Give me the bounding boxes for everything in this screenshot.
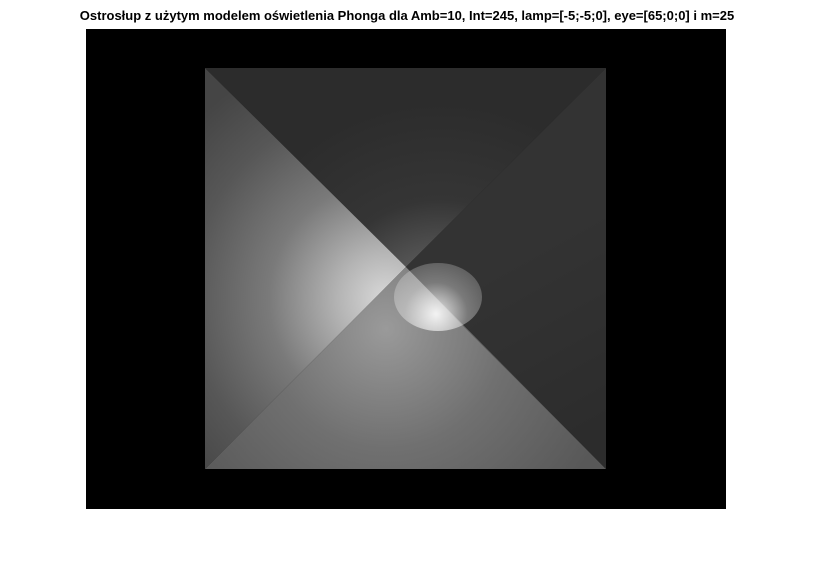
specular-highlight [394, 263, 482, 331]
image-axes [86, 29, 726, 509]
matlab-figure: Ostrosłup z użytym modelem oświetlenia P… [0, 0, 814, 573]
pyramid-render [205, 68, 606, 469]
figure-title: Ostrosłup z użytym modelem oświetlenia P… [79, 8, 735, 23]
